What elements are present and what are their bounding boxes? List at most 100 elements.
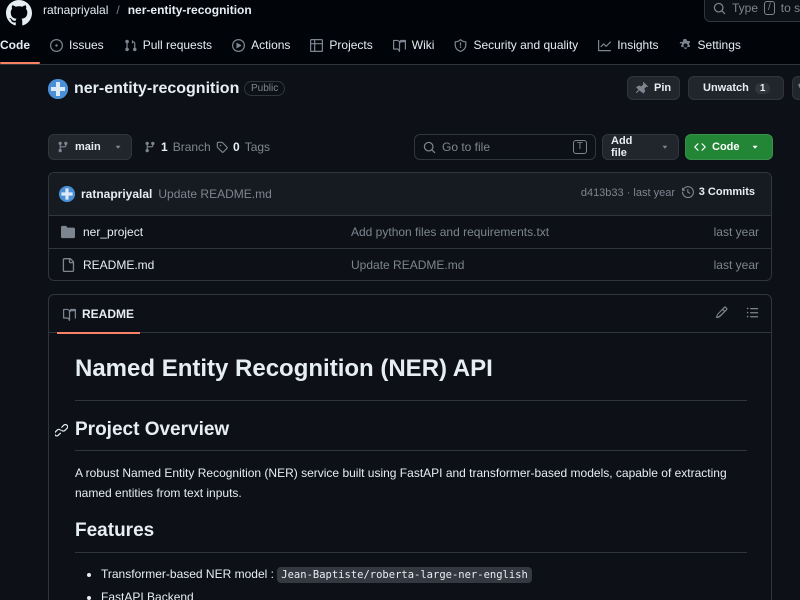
tab-security[interactable]: Security and quality [444,32,588,58]
fork-button[interactable] [792,76,800,100]
shield-icon [455,38,467,52]
tab-actions-label: Actions [251,38,291,52]
avatar[interactable] [59,186,75,202]
tab-issues[interactable]: Issues [40,32,114,58]
branch-icon [145,141,155,153]
tab-wiki-label: Wiki [411,38,435,52]
book-icon [63,308,76,321]
code-icon [694,143,706,151]
tab-settings[interactable]: Settings [669,32,751,58]
code-button[interactable]: Code [685,134,773,160]
readme-header: README [49,295,771,334]
repo-name[interactable]: ner-entity-recognition [74,80,239,98]
tab-wiki[interactable]: Wiki [383,32,445,58]
branch-name: main [75,141,101,153]
branch-icon [58,141,68,153]
search-label: Type [732,1,759,15]
file-name-link[interactable]: ner_project [83,225,143,239]
breadcrumb-owner-link[interactable]: ratnapriyalal [43,3,108,17]
commit-author-link[interactable]: ratnapriyalal [81,187,152,201]
tab-projects[interactable]: Projects [300,32,382,58]
file-date: last year [713,225,759,239]
file-commit-message[interactable]: Update README.md [351,258,464,272]
header-top-row: ratnapriyalal / ner-entity-recognition T… [0,0,800,26]
play-icon [232,38,246,52]
readme-content: Named Entity Recognition (NER) API Proje… [55,355,747,600]
caret-down-icon [752,145,757,149]
features-list: Transformer-based NER model : Jean-Bapti… [75,563,747,600]
overview-heading: Project Overview [55,419,747,451]
search-shortcut-key: / [764,1,775,15]
caret-down-icon [662,145,668,149]
go-to-file-placeholder: Go to file [442,140,491,154]
tag-count-label: Tags [244,140,271,154]
file-name-link[interactable]: README.md [83,258,154,272]
tab-issues-label: Issues [69,38,104,52]
tags-link[interactable]: 0 Tags [216,140,270,154]
feature-code: Jean-Baptiste/roberta-large-ner-english [277,567,532,583]
branches-link[interactable]: 1 Branch [144,140,211,154]
readme-toolbar [715,306,759,319]
go-to-file-shortcut: T [572,140,587,154]
file-row[interactable]: README.md Update README.md last year [49,249,771,280]
tab-security-label: Security and quality [473,38,579,52]
tag-count: 0 [233,140,240,154]
file-icon [62,258,75,272]
history-icon [681,186,694,198]
overview-heading-text: Project Overview [75,419,230,440]
tab-insights-label: Insights [617,38,659,52]
readme-panel: README Named Entity Recognition (NER) AP… [48,294,772,600]
tag-icon [216,141,228,153]
commit-message-link[interactable]: Update README.md [158,187,271,201]
tab-actions[interactable]: Actions [222,32,300,58]
search-suffix: to se [780,1,800,15]
commits-history-link[interactable]: 3 Commits [681,186,755,198]
go-to-file-input[interactable]: Go to file T [414,134,596,160]
graph-icon [598,39,612,51]
watch-label: Unwatch [703,82,749,94]
avatar[interactable] [48,79,68,99]
global-header: ratnapriyalal / ner-entity-recognition T… [0,0,800,65]
file-commit-message[interactable]: Add python files and requirements.txt [351,225,549,239]
tab-code-label: Code [0,38,30,52]
tab-readme[interactable]: README [57,295,141,334]
overview-paragraph: A robust Named Entity Recognition (NER) … [75,466,727,500]
pin-label: Pin [654,82,672,94]
breadcrumb-separator: / [116,3,120,17]
global-search-input[interactable]: Type / to se [704,0,800,22]
pin-button[interactable]: Pin [627,76,681,100]
pencil-icon[interactable] [715,306,728,319]
tab-settings-label: Settings [697,38,741,52]
breadcrumb-repo-link[interactable]: ner-entity-recognition [128,3,252,17]
tab-pull-requests[interactable]: Pull requests [114,32,222,58]
watch-button[interactable]: Unwatch 1 [688,76,784,100]
link-icon[interactable] [55,424,68,437]
branch-count-label: Branch [172,140,211,154]
tab-code[interactable]: Code [0,32,40,64]
search-icon [713,2,726,14]
code-button-label: Code [712,141,740,153]
issue-icon [50,38,63,52]
repo-nav-tabs: Code Issues Pull requests Actions Projec… [0,32,751,64]
pin-icon [636,82,648,94]
feature-text: FastAPI Backend [101,590,194,600]
branch-selector[interactable]: main [48,134,132,160]
readme-tab-label: README [82,307,135,321]
list-icon[interactable] [746,306,759,319]
commit-sha-time[interactable]: d413b33 · last year [581,187,675,199]
file-row[interactable]: ner_project Add python files and require… [49,216,771,249]
breadcrumb: ratnapriyalal / ner-entity-recognition [43,3,252,17]
file-date: last year [713,258,759,272]
add-file-label: Add file [611,135,633,159]
tab-insights[interactable]: Insights [588,32,668,58]
add-file-button[interactable]: Add file [602,134,679,160]
branch-count: 1 [161,140,168,154]
github-logo-icon[interactable] [6,0,32,26]
table-icon [310,38,324,52]
visibility-badge: Public [244,81,286,96]
gear-icon [679,38,690,49]
search-icon [423,141,436,153]
readme-title: Named Entity Recognition (NER) API [75,355,747,401]
features-heading: Features [75,520,747,553]
pull-request-icon [124,39,137,51]
